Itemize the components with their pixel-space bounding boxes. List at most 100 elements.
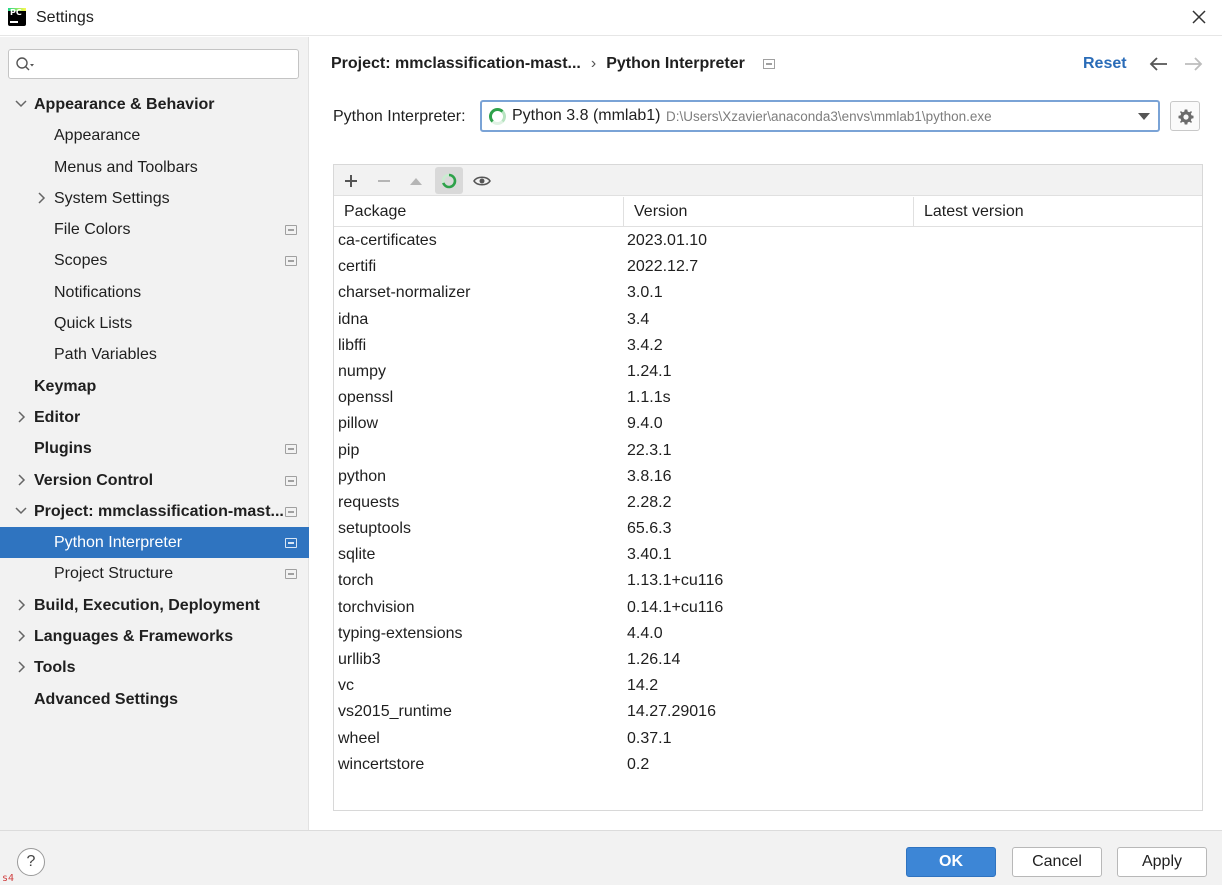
- package-version-cell: 9.4.0: [627, 415, 663, 433]
- refresh-spinner-icon: [441, 173, 457, 189]
- package-version-cell: 1.13.1+cu116: [627, 572, 724, 590]
- cancel-button[interactable]: Cancel: [1012, 847, 1102, 877]
- add-package-button[interactable]: [337, 167, 365, 194]
- package-name-cell: wincertstore: [338, 755, 425, 773]
- refresh-button[interactable]: [435, 167, 463, 194]
- sidebar-item-project-mmclassification-mast[interactable]: Project: mmclassification-mast...: [0, 496, 309, 527]
- ok-button[interactable]: OK: [906, 847, 996, 877]
- sidebar-item-appearance[interactable]: Appearance: [0, 120, 309, 151]
- package-version-cell: 3.0.1: [627, 284, 663, 302]
- chevron-down-icon[interactable]: [14, 89, 28, 120]
- table-row[interactable]: pip 22.3.1: [334, 438, 1202, 464]
- package-name-cell: ca-certificates: [338, 232, 437, 249]
- sidebar-item-scopes[interactable]: Scopes: [0, 245, 309, 276]
- sidebar-item-label: Plugins: [34, 440, 92, 458]
- package-name-cell: pillow: [338, 415, 379, 433]
- package-name-cell: torch: [338, 572, 374, 590]
- chevron-right-icon[interactable]: [14, 652, 28, 683]
- dropdown-arrow-icon[interactable]: [1138, 113, 1150, 120]
- sidebar-item-quick-lists[interactable]: Quick Lists: [0, 308, 309, 339]
- chevron-down-icon[interactable]: [14, 496, 28, 527]
- table-row[interactable]: pillow 9.4.0: [334, 411, 1202, 437]
- sidebar-item-project-structure[interactable]: Project Structure: [0, 558, 309, 589]
- table-row[interactable]: python 3.8.16: [334, 464, 1202, 490]
- chevron-right-icon[interactable]: [14, 590, 28, 621]
- table-row[interactable]: vs2015_runtime 14.27.29016: [334, 699, 1202, 725]
- sidebar-item-tools[interactable]: Tools: [0, 652, 309, 683]
- close-icon[interactable]: [1188, 6, 1210, 28]
- package-version-cell: 1.24.1: [627, 362, 672, 380]
- settings-search-box[interactable]: [8, 49, 299, 79]
- column-header-latest-version[interactable]: Latest version: [914, 197, 1202, 227]
- chevron-right-icon[interactable]: [14, 465, 28, 496]
- sidebar-item-build-execution-deployment[interactable]: Build, Execution, Deployment: [0, 590, 309, 621]
- project-scope-icon: [285, 444, 297, 455]
- chevron-right-icon[interactable]: [14, 621, 28, 652]
- table-row[interactable]: idna 3.4: [334, 307, 1202, 333]
- sidebar-item-label: Path Variables: [54, 346, 157, 364]
- package-version-cell: 14.2: [627, 677, 659, 695]
- sidebar-item-label: Appearance & Behavior: [34, 96, 215, 113]
- table-row[interactable]: sqlite 3.40.1: [334, 542, 1202, 568]
- table-row[interactable]: torch 1.13.1+cu116: [334, 568, 1202, 594]
- sidebar-item-keymap[interactable]: Keymap: [0, 371, 309, 402]
- interpreter-dropdown[interactable]: Python 3.8 (mmlab1) D:\Users\Xzavier\ana…: [480, 100, 1160, 132]
- window-title: Settings: [36, 9, 94, 26]
- package-version-cell: 0.14.1+cu116: [627, 598, 724, 616]
- package-name-cell: typing-extensions: [338, 624, 463, 642]
- table-row[interactable]: requests 2.28.2: [334, 490, 1202, 516]
- help-button[interactable]: ?: [17, 848, 45, 876]
- show-early-releases-button[interactable]: [467, 167, 495, 194]
- sidebar-item-path-variables[interactable]: Path Variables: [0, 339, 309, 370]
- packages-table-header: Package Version Latest version: [334, 197, 1202, 227]
- table-row[interactable]: certifi 2022.12.7: [334, 254, 1202, 280]
- sidebar-item-appearance-behavior[interactable]: Appearance & Behavior: [0, 89, 309, 120]
- sidebar-item-plugins[interactable]: Plugins: [0, 433, 309, 464]
- remove-package-button[interactable]: [370, 167, 398, 194]
- dialog-footer: ? OK Cancel Apply s4: [0, 830, 1222, 885]
- sidebar-item-languages-frameworks[interactable]: Languages & Frameworks: [0, 621, 309, 652]
- apply-button[interactable]: Apply: [1117, 847, 1207, 877]
- table-row[interactable]: setuptools 65.6.3: [334, 516, 1202, 542]
- table-row[interactable]: urllib3 1.26.14: [334, 647, 1202, 673]
- sidebar-item-version-control[interactable]: Version Control: [0, 465, 309, 496]
- sidebar-item-python-interpreter[interactable]: Python Interpreter: [0, 527, 309, 559]
- reset-link[interactable]: Reset: [1083, 55, 1127, 73]
- sidebar-item-menus-and-toolbars[interactable]: Menus and Toolbars: [0, 152, 309, 183]
- table-row[interactable]: typing-extensions 4.4.0: [334, 621, 1202, 647]
- sidebar-item-file-colors[interactable]: File Colors: [0, 214, 309, 245]
- sidebar-item-system-settings[interactable]: System Settings: [0, 183, 309, 214]
- breadcrumb-separator: ›: [590, 55, 597, 72]
- forward-arrow-icon[interactable]: [1182, 55, 1204, 78]
- title-bar: PC Settings: [0, 0, 1222, 36]
- packages-panel: Package Version Latest version ca-certif…: [333, 164, 1203, 811]
- sidebar-item-advanced-settings[interactable]: Advanced Settings: [0, 684, 309, 715]
- interpreter-settings-button[interactable]: [1170, 101, 1200, 131]
- package-version-cell: 3.8.16: [627, 467, 672, 485]
- upgrade-package-button[interactable]: [402, 167, 430, 194]
- back-arrow-icon[interactable]: [1148, 55, 1170, 78]
- table-row[interactable]: charset-normalizer 3.0.1: [334, 280, 1202, 306]
- project-scope-icon: [285, 506, 297, 517]
- table-row[interactable]: wincertstore 0.2: [334, 752, 1202, 778]
- sidebar-item-editor[interactable]: Editor: [0, 402, 309, 433]
- column-header-version[interactable]: Version: [624, 197, 914, 227]
- project-scope-icon: [763, 59, 775, 69]
- package-name-cell: charset-normalizer: [338, 284, 471, 302]
- table-row[interactable]: openssl 1.1.1s: [334, 385, 1202, 411]
- chevron-right-icon[interactable]: [34, 183, 48, 214]
- sidebar-item-notifications[interactable]: Notifications: [0, 277, 309, 308]
- breadcrumb-project[interactable]: Project: mmclassification-mast...: [331, 55, 581, 72]
- package-version-cell: 3.40.1: [627, 546, 672, 564]
- table-row[interactable]: ca-certificates 2023.01.10: [334, 228, 1202, 254]
- table-row[interactable]: libffi 3.4.2: [334, 333, 1202, 359]
- package-version-cell: 14.27.29016: [627, 703, 716, 721]
- search-input[interactable]: [41, 54, 291, 74]
- table-row[interactable]: vc 14.2: [334, 673, 1202, 699]
- table-row[interactable]: torchvision 0.14.1+cu116: [334, 595, 1202, 621]
- column-header-package[interactable]: Package: [334, 197, 624, 227]
- chevron-right-icon[interactable]: [14, 402, 28, 433]
- package-name-cell: vs2015_runtime: [338, 703, 452, 721]
- table-row[interactable]: numpy 1.24.1: [334, 359, 1202, 385]
- table-row[interactable]: wheel 0.37.1: [334, 726, 1202, 752]
